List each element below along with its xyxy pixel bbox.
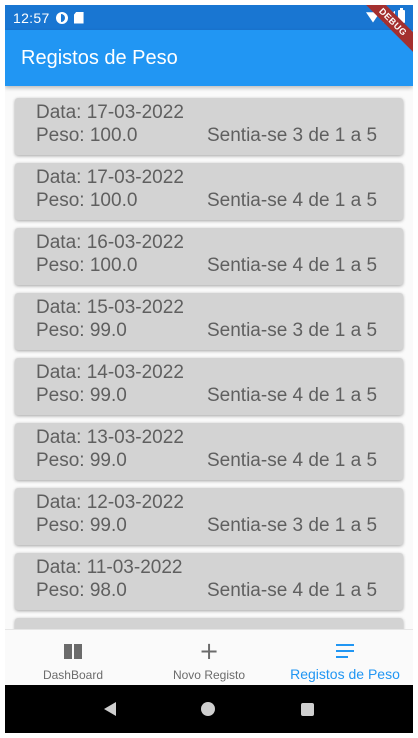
record-weight: Peso: 100.0: [36, 190, 138, 211]
record-weight: Peso: 99.0: [36, 450, 127, 471]
record-card[interactable]: Data: 12-03-2022 Peso: 99.0 Sentia-se 3 d…: [15, 488, 403, 545]
nav-item-novo-registo[interactable]: + Novo Registo: [141, 630, 277, 685]
record-date: Data: 11-03-2022: [36, 557, 183, 578]
record-date: Data: 12-03-2022: [36, 492, 184, 513]
system-navigation-bar: [5, 685, 413, 733]
record-card[interactable]: Data: 16-03-2022 Peso: 100.0 Sentia-se 4 …: [15, 228, 403, 285]
nav-item-dashboard[interactable]: DashBoard: [5, 630, 141, 685]
record-feeling: Sentia-se 3 de 1 a 5: [207, 320, 378, 341]
nav-item-registos[interactable]: Registos de Peso: [277, 630, 413, 685]
record-feeling: Sentia-se 3 de 1 a 5: [207, 125, 378, 146]
sd-card-icon: [73, 11, 84, 24]
nav-label-novo-registo: Novo Registo: [172, 668, 246, 682]
record-weight: Peso: 100.0: [36, 255, 138, 276]
app-bar: Registos de Peso: [5, 30, 413, 86]
nav-label-registos: Registos de Peso: [290, 666, 400, 682]
record-weight: Peso: 99.0: [36, 320, 127, 341]
record-card[interactable]: Data: 17-03-2022 Peso: 100.0 Sentia-se 3 …: [15, 98, 403, 155]
record-feeling: Sentia-se 4 de 1 a 5: [207, 580, 378, 601]
record-feeling: Sentia-se 4 de 1 a 5: [207, 190, 378, 211]
record-feeling: Sentia-se 4 de 1 a 5: [207, 450, 378, 471]
add-icon: +: [198, 637, 220, 665]
dashboard-icon: [64, 640, 82, 662]
nav-label-dashboard: DashBoard: [42, 668, 104, 682]
records-list[interactable]: Data: 17-03-2022 Peso: 100.0 Sentia-se 3 …: [5, 86, 413, 629]
record-card[interactable]: Data: 11-03-2022 Peso: 98.0 Sentia-se 4 d…: [15, 553, 403, 610]
record-feeling: Sentia-se 4 de 1 a 5: [207, 385, 378, 406]
record-card[interactable]: Data: 17-03-2022 Peso: 100.0 Sentia-se 4 …: [15, 163, 403, 220]
bottom-navigation: DashBoard + Novo Registo Registos de Pes…: [5, 629, 413, 685]
record-weight: Peso: 99.0: [36, 385, 127, 406]
home-icon[interactable]: [201, 702, 216, 716]
phone-screen: 12:57 DEBUG Registos de Peso Data: 17-03…: [5, 5, 413, 733]
record-weight: Peso: 100.0: [36, 125, 138, 146]
record-date: Data: 15-03-2022: [36, 297, 184, 318]
record-card[interactable]: [15, 618, 403, 629]
record-weight: Peso: 99.0: [36, 515, 127, 536]
record-weight: Peso: 98.0: [36, 580, 127, 601]
record-date: Data: 17-03-2022: [36, 102, 184, 123]
record-date: Data: 14-03-2022: [36, 362, 184, 383]
record-date: Data: 13-03-2022: [36, 427, 184, 448]
back-icon[interactable]: [103, 702, 116, 716]
record-date: Data: 17-03-2022: [36, 167, 184, 188]
data-saver-icon: [55, 11, 68, 24]
recent-apps-icon[interactable]: [301, 702, 315, 716]
page-title: Registos de Peso: [21, 46, 178, 69]
record-date: Data: 16-03-2022: [36, 232, 184, 253]
list-icon: [336, 640, 354, 662]
record-card[interactable]: Data: 13-03-2022 Peso: 99.0 Sentia-se 4 d…: [15, 423, 403, 480]
status-bar: 12:57: [5, 5, 413, 30]
record-card[interactable]: Data: 15-03-2022 Peso: 99.0 Sentia-se 3 d…: [15, 293, 403, 350]
status-time: 12:57: [13, 9, 50, 26]
record-card[interactable]: Data: 14-03-2022 Peso: 99.0 Sentia-se 4 d…: [15, 358, 403, 415]
record-feeling: Sentia-se 3 de 1 a 5: [207, 515, 378, 536]
record-feeling: Sentia-se 4 de 1 a 5: [207, 255, 378, 276]
